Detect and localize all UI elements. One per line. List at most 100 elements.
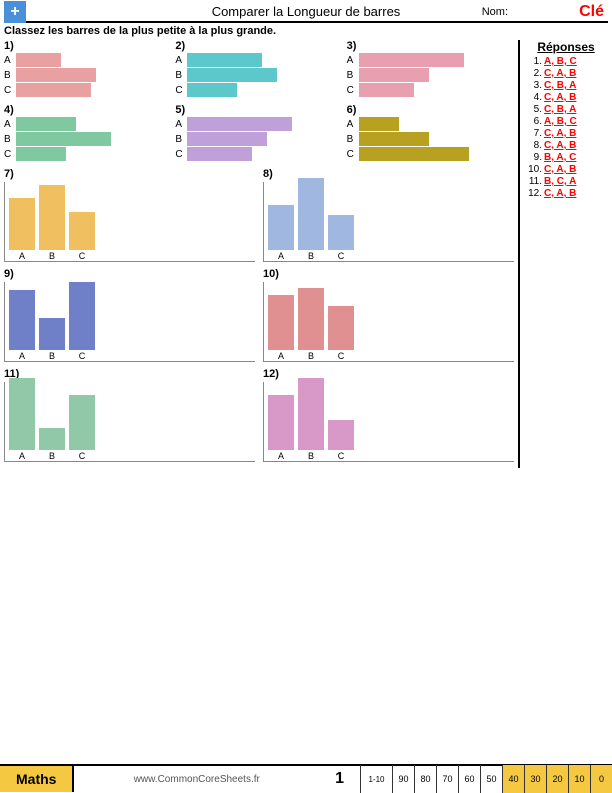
answer-item: 8.C, A, B (524, 140, 608, 151)
answers-panel: Réponses 1.A, B, C2.C, A, B3.C, B, A4.C,… (518, 40, 608, 468)
bar (69, 212, 95, 250)
bar-label: B (49, 251, 55, 261)
footer-url: www.CommonCoreSheets.fr (74, 774, 319, 785)
bar-label: B (308, 251, 314, 261)
vbar-problem: 7) A B C (4, 168, 255, 262)
bar (268, 295, 294, 350)
bar (359, 53, 464, 67)
bar (187, 68, 277, 82)
problem-number: 1) (4, 40, 171, 52)
vbar-problem: 8)ABC (263, 168, 514, 262)
bar-label: A (175, 55, 185, 66)
bar-label: B (308, 351, 314, 361)
score-box: 70 (436, 765, 458, 793)
bar (69, 282, 95, 350)
bar-label: A (278, 451, 284, 461)
hbar-row: C (347, 83, 514, 97)
footer-page: 1 (319, 770, 360, 788)
hbar-row: C (347, 147, 514, 161)
hbar-row: A (4, 117, 171, 131)
answer-num: 8. (524, 140, 542, 151)
footer: Maths www.CommonCoreSheets.fr 1 1-109080… (0, 764, 612, 792)
cle-label: Clé (579, 3, 604, 21)
bar-label: A (19, 451, 25, 461)
main-content: 1)ABC2)ABC3)ABC 4)ABC5)ABC6)ABC 7)ABC8)A… (4, 40, 608, 468)
bar (359, 117, 399, 131)
vbar-chart: A B C (263, 282, 514, 362)
bar-label: A (347, 55, 357, 66)
bar-label: B (175, 134, 185, 145)
bar-label: C (4, 85, 14, 96)
problem-number: 6) (347, 104, 514, 116)
vbar-problem: 10)ABC (263, 268, 514, 362)
bar (298, 288, 324, 350)
hbar-row: B (4, 132, 171, 146)
bar-label: C (79, 251, 86, 261)
vbar-col: A (268, 395, 294, 461)
bar-label: B (49, 351, 55, 361)
bar (328, 215, 354, 250)
bar (268, 395, 294, 450)
bar (16, 68, 96, 82)
bar (359, 68, 429, 82)
answers-title: Réponses (524, 40, 608, 54)
bar-label: C (4, 149, 14, 160)
answer-item: 5.C, B, A (524, 104, 608, 115)
bar-label: C (175, 149, 185, 160)
vbar-row-2: 9)ABC10)ABC (4, 268, 514, 362)
hbar-row: B (4, 68, 171, 82)
hbar-problem: 1)ABC (4, 40, 171, 98)
answer-val: B, C, A (544, 176, 576, 187)
vbar-col: B (298, 288, 324, 361)
score-box: 50 (480, 765, 502, 793)
problem-number: 3) (347, 40, 514, 52)
bar-label: B (4, 134, 14, 145)
bar (16, 53, 61, 67)
bar (268, 205, 294, 250)
bar-label: A (175, 119, 185, 130)
problem-number: 7) (4, 168, 255, 180)
answer-item: 2.C, A, B (524, 68, 608, 79)
bar (39, 318, 65, 350)
answer-num: 9. (524, 152, 542, 163)
bar-label: A (4, 119, 14, 130)
vbar-col: C (69, 395, 95, 461)
bar (39, 185, 65, 250)
answer-val: C, A, B (544, 128, 576, 139)
vbar-chart: A B C (4, 282, 255, 362)
bar (16, 83, 91, 97)
answer-val: C, A, B (544, 140, 576, 151)
bar (16, 117, 76, 131)
problem-number: 9) (4, 268, 255, 280)
hbar-row: C (4, 83, 171, 97)
vbar-col: C (328, 215, 354, 261)
bar (9, 290, 35, 350)
vbar-col: A (268, 295, 294, 361)
hbar-row: A (347, 117, 514, 131)
hbar-row: A (4, 53, 171, 67)
vbar-col: C (69, 282, 95, 361)
bar-label: C (175, 85, 185, 96)
bar (298, 378, 324, 450)
answer-item: 10.C, A, B (524, 164, 608, 175)
bar (328, 306, 354, 350)
score-box: 0 (590, 765, 612, 793)
answer-val: C, A, B (544, 68, 576, 79)
vbar-col: C (328, 420, 354, 461)
bar-label: C (347, 149, 357, 160)
vbar-chart: ABC (263, 382, 514, 462)
bar-label: B (175, 70, 185, 81)
vbar-chart: ABC (263, 182, 514, 262)
vbar-col: A (9, 290, 35, 361)
bar-label: C (338, 451, 345, 461)
bar (9, 378, 35, 450)
logo-icon (4, 1, 26, 23)
problem-number: 2) (175, 40, 342, 52)
vbar-col: B (298, 378, 324, 461)
hbar-row: C (4, 147, 171, 161)
bar-label: B (49, 451, 55, 461)
vbar-col: C (328, 306, 354, 361)
bar-label: C (338, 351, 345, 361)
bar-label: C (79, 451, 86, 461)
vbar-col: A (9, 198, 35, 261)
